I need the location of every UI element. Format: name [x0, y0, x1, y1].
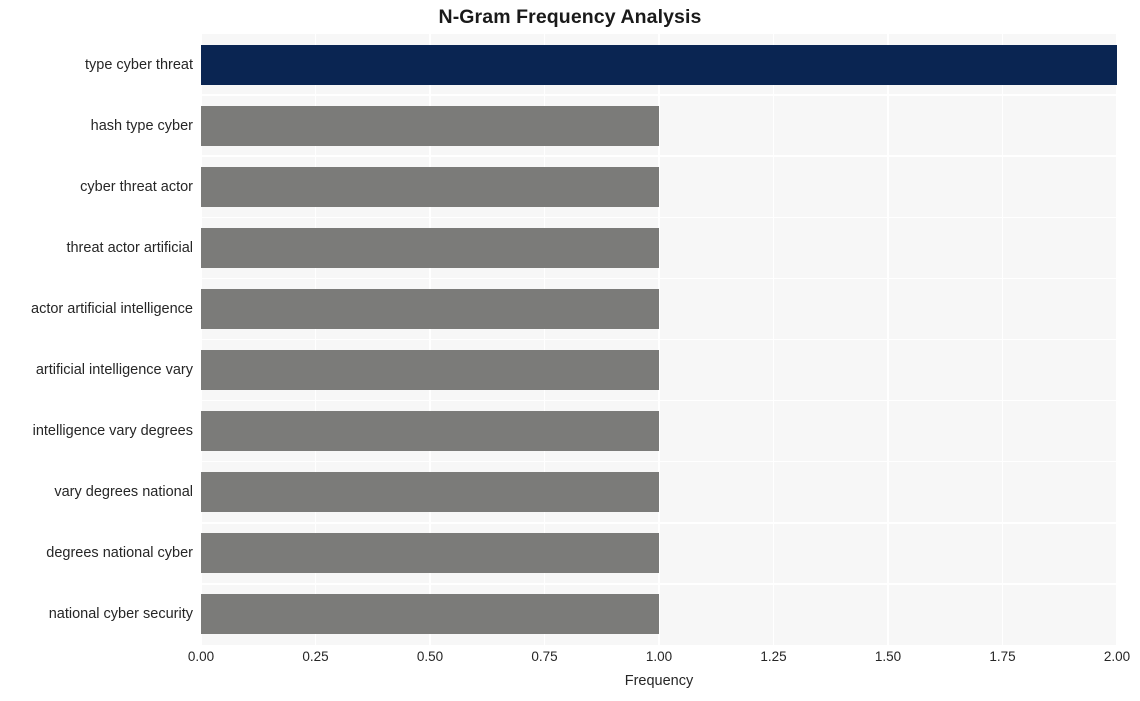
- x-axis-tick-label: 0.50: [416, 649, 444, 664]
- x-axis-tick-label: 1.00: [645, 649, 673, 664]
- horizontal-gridline: [201, 399, 1117, 402]
- bar: [201, 44, 1117, 85]
- bar: [201, 594, 659, 635]
- bar: [201, 411, 659, 452]
- y-axis-tick-label: national cyber security: [48, 606, 193, 623]
- y-axis-tick-label: threat actor artificial: [66, 239, 193, 256]
- x-axis-tick-label: 0.25: [302, 649, 329, 664]
- horizontal-gridline: [201, 155, 1117, 157]
- x-axis-tick-label: 0.00: [187, 649, 215, 664]
- page-title: N-Gram Frequency Analysis: [438, 6, 702, 28]
- y-axis-tick-label: artificial intelligence vary: [35, 362, 193, 379]
- y-axis-tick-label: actor artificial intelligence: [31, 300, 193, 317]
- bar: [201, 533, 659, 574]
- y-axis-tick-label: type cyber threat: [85, 56, 193, 73]
- y-axis-tick-label: degrees national cyber: [46, 545, 193, 562]
- horizontal-gridline: [201, 583, 1117, 585]
- x-axis-tick-label: 1.75: [989, 649, 1016, 664]
- bar: [201, 105, 659, 146]
- x-axis-tick-labels: 0.00 0.25 0.50 0.75 1.00 1.25 1.50 1.75 2.00: [0, 649, 1140, 671]
- x-axis-tick-label: 1.50: [874, 649, 902, 664]
- bar: [201, 472, 659, 513]
- horizontal-gridline: [201, 216, 1117, 219]
- y-axis-tick-label: cyber threat actor: [80, 178, 193, 195]
- x-axis-tick-label: 2.00: [1103, 649, 1131, 664]
- horizontal-gridline: [201, 338, 1117, 341]
- bar: [201, 227, 659, 268]
- y-axis-tick-label: intelligence vary degrees: [32, 423, 193, 440]
- horizontal-gridline: [201, 277, 1117, 280]
- horizontal-gridline: [201, 94, 1117, 96]
- chart-figure: N-Gram Frequency Analysis type cyber thr…: [0, 0, 1140, 701]
- horizontal-gridline: [201, 522, 1117, 524]
- horizontal-gridline: [201, 460, 1117, 463]
- plot-area: [201, 34, 1117, 645]
- y-axis-tick-label: hash type cyber: [90, 117, 193, 134]
- bar: [201, 166, 659, 207]
- y-axis-tick-labels: type cyber threat hash type cyber cyber th…: [0, 34, 193, 645]
- x-axis-tick-label: 0.75: [531, 649, 558, 664]
- x-axis-title: Frequency: [624, 673, 694, 689]
- y-axis-tick-label: vary degrees national: [54, 484, 193, 501]
- bar: [201, 350, 659, 391]
- bar: [201, 288, 659, 329]
- x-axis-tick-label: 1.25: [760, 649, 787, 664]
